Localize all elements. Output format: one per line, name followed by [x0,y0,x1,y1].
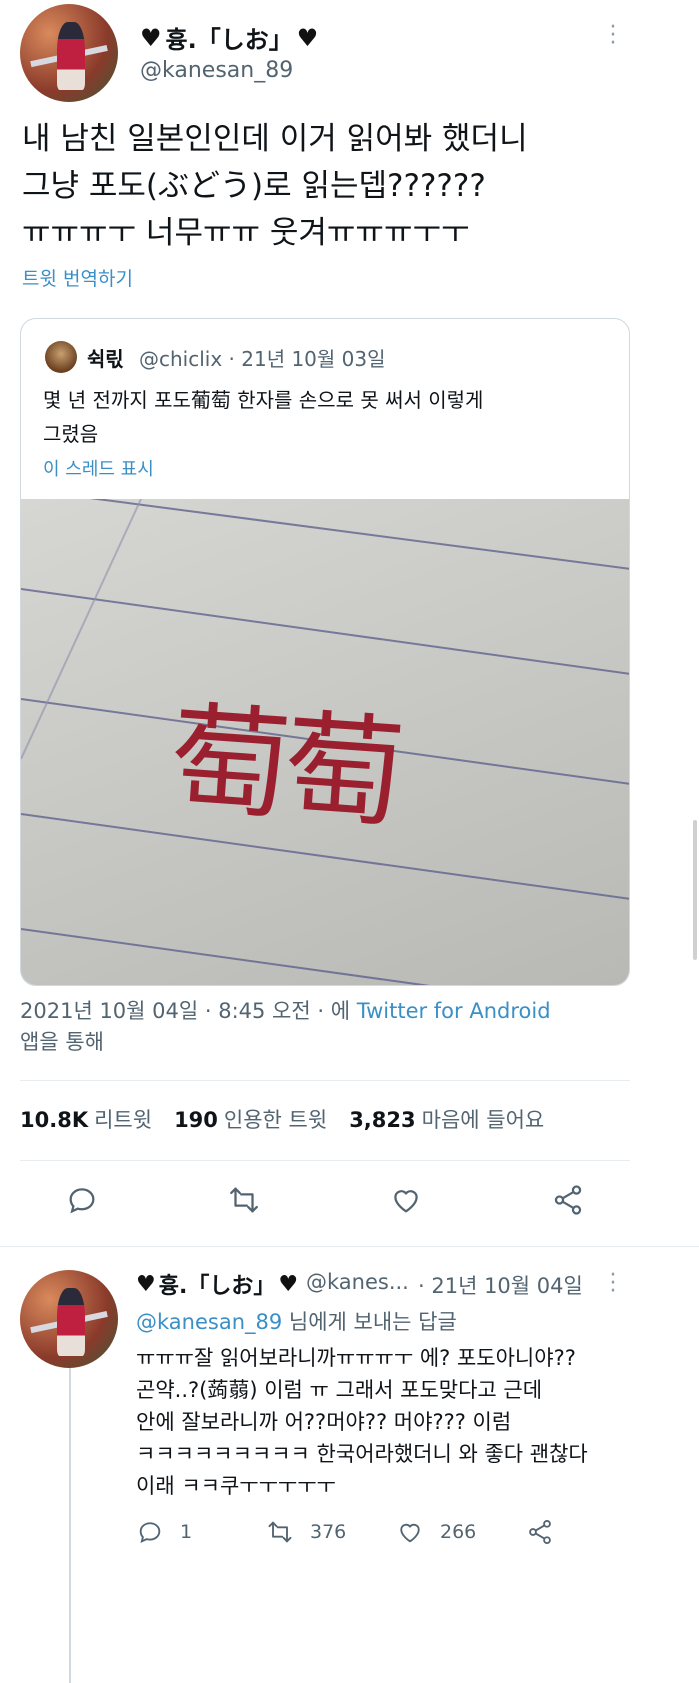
divider [20,1080,630,1081]
quote-stat[interactable]: 190 인용한 트윗 [174,1104,327,1134]
like-stat[interactable]: 3,823 마음에 들어요 [349,1104,544,1134]
reply-date[interactable]: · 21년 10월 04일 [418,1270,583,1300]
retweet-label: 리트윗 [94,1108,153,1132]
author-display-name[interactable]: ♥ 흉.「しお」 ♥ [140,20,318,55]
retweet-stat[interactable]: 10.8K 리트윗 [20,1104,152,1134]
like-count: 266 [440,1521,477,1543]
heart-icon: ♥ [278,1271,299,1297]
quote-count: 190 [174,1108,218,1132]
quote-label: 인용한 트윗 [223,1108,328,1132]
show-thread-link[interactable]: 이 스레드 표시 [43,455,154,481]
timestamp-text: 2021년 10월 04일 · 8:45 오전 · 에 [20,999,351,1023]
heart-icon: ♥ [140,23,162,52]
source-app-link[interactable]: Twitter for Android [357,999,551,1023]
share-icon [554,1185,582,1215]
reply-action-bar: 1 376 266 [136,1518,656,1546]
share-button[interactable] [550,1182,586,1218]
retweet-count: 376 [310,1521,347,1543]
reply-author-handle[interactable]: @kanes... [306,1270,409,1294]
timestamp-suffix: 앱을 통해 [20,1030,104,1054]
translate-tweet-link[interactable]: 트윗 번역하기 [22,264,133,291]
tweet-action-bar [20,1182,630,1218]
like-label: 마음에 들어요 [421,1108,545,1132]
reply-icon [139,1522,161,1544]
more-options-icon[interactable]: · · · [608,1265,618,1303]
replying-to-handle-link[interactable]: @kanesan_89 [136,1310,282,1334]
thread-connector-line [69,1368,71,1683]
author-name-text: 흉.「しお」 [165,26,293,54]
handwritten-characters: 萄萄 [165,690,403,845]
reply-text: ㅠㅠㅠ잘 읽어보라니까ㅠㅠㅠㅜ 에? 포도아니야?? 곤약..?(蒟蒻) 이럼 … [136,1346,588,1498]
reply-author-name-text: 흉.「しお」 [158,1274,276,1299]
retweet-icon [268,1521,292,1543]
retweet-count: 10.8K [20,1108,89,1132]
tweet-timestamp: 2021년 10월 04일 · 8:45 오전 · 에 Twitter for … [20,996,620,1058]
quoted-tweet-text: 몇 년 전까지 포도葡萄 한자를 손으로 못 써서 이렇게 그렸음 [43,388,484,446]
reply-count: 1 [180,1521,193,1543]
scrollbar[interactable] [693,820,697,960]
reply-button[interactable] [64,1182,100,1218]
replying-to: @kanesan_89 님에게 보내는 답글 [136,1306,457,1336]
like-icon [394,1190,418,1213]
tweet-text: 내 남친 일본인인데 이거 읽어봐 했더니 그냥 포도(ぶどう)로 읽는뎁???… [22,121,528,251]
more-options-icon[interactable]: · · · [608,17,618,55]
quoted-tweet-card[interactable]: 쉭릯 @chiclix · 21년 10월 03일 몇 년 전까지 포도葡萄 한… [20,318,630,986]
like-icon [400,1523,420,1543]
reply-author-avatar[interactable] [20,1270,118,1368]
share-icon [529,1519,551,1545]
author-avatar[interactable] [20,4,118,102]
reply-like-button[interactable]: 266 [396,1518,526,1546]
retweet-icon [230,1187,258,1213]
like-count: 3,823 [349,1108,416,1132]
tweet-stats: 10.8K 리트윗 190 인용한 트윗 3,823 마음에 들어요 [20,1104,566,1134]
quoted-author-avatar [45,341,77,373]
divider [0,1246,699,1247]
reply-reply-button[interactable]: 1 [136,1518,266,1546]
author-handle[interactable]: @kanesan_89 [140,58,293,83]
replying-to-text: 님에게 보내는 답글 [282,1310,457,1334]
heart-icon: ♥ [296,23,319,52]
divider [20,1160,630,1161]
heart-icon: ♥ [136,1271,156,1297]
reply-icon [69,1188,95,1214]
quoted-author-name: 쉭릯 [87,347,124,371]
reply-share-button[interactable] [526,1518,656,1546]
quoted-author-handle-date: @chiclix · 21년 10월 03일 [139,347,386,371]
like-button[interactable] [388,1182,424,1218]
retweet-button[interactable] [226,1182,262,1218]
reply-retweet-button[interactable]: 376 [266,1518,396,1546]
reply-author-name[interactable]: ♥ 흉.「しお」 ♥ [136,1268,298,1300]
quoted-tweet-photo[interactable]: 萄萄 [21,499,629,985]
